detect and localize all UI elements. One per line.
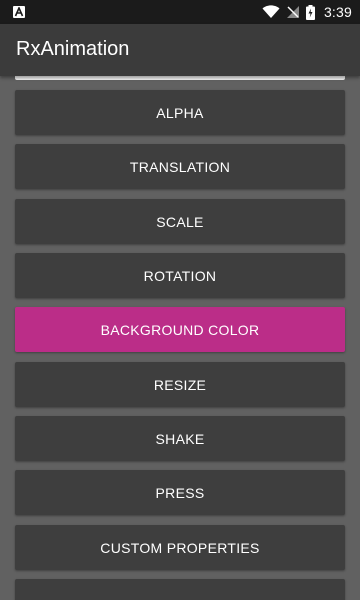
resize-button[interactable]: RESIZE (15, 362, 345, 407)
rotation-button[interactable]: ROTATION (15, 253, 345, 298)
app-title: RxAnimation (16, 38, 130, 60)
a-notification-icon (13, 6, 25, 18)
app-bar: RxAnimation (0, 24, 360, 76)
button-list[interactable]: ALPHA TRANSLATION SCALE ROTATION BACKGRO… (0, 76, 360, 600)
custom-properties-button[interactable]: CUSTOM PROPERTIES (15, 525, 345, 570)
status-icons: 3:39 (262, 0, 352, 24)
scale-button[interactable]: SCALE (15, 199, 345, 244)
status-bar: 3:39 (0, 0, 360, 24)
partially-visible-button[interactable] (15, 579, 345, 600)
background-color-button[interactable]: BACKGROUND COLOR (15, 307, 345, 352)
wifi-icon (262, 5, 280, 18)
battery-charging-icon (305, 4, 315, 20)
status-time: 3:39 (323, 4, 352, 20)
shake-button[interactable]: SHAKE (15, 416, 345, 461)
translation-button[interactable]: TRANSLATION (15, 144, 345, 189)
alpha-button[interactable]: ALPHA (15, 90, 345, 135)
scroll-edge-strip (15, 76, 345, 80)
press-button[interactable]: PRESS (15, 470, 345, 515)
no-signal-icon (286, 6, 299, 18)
